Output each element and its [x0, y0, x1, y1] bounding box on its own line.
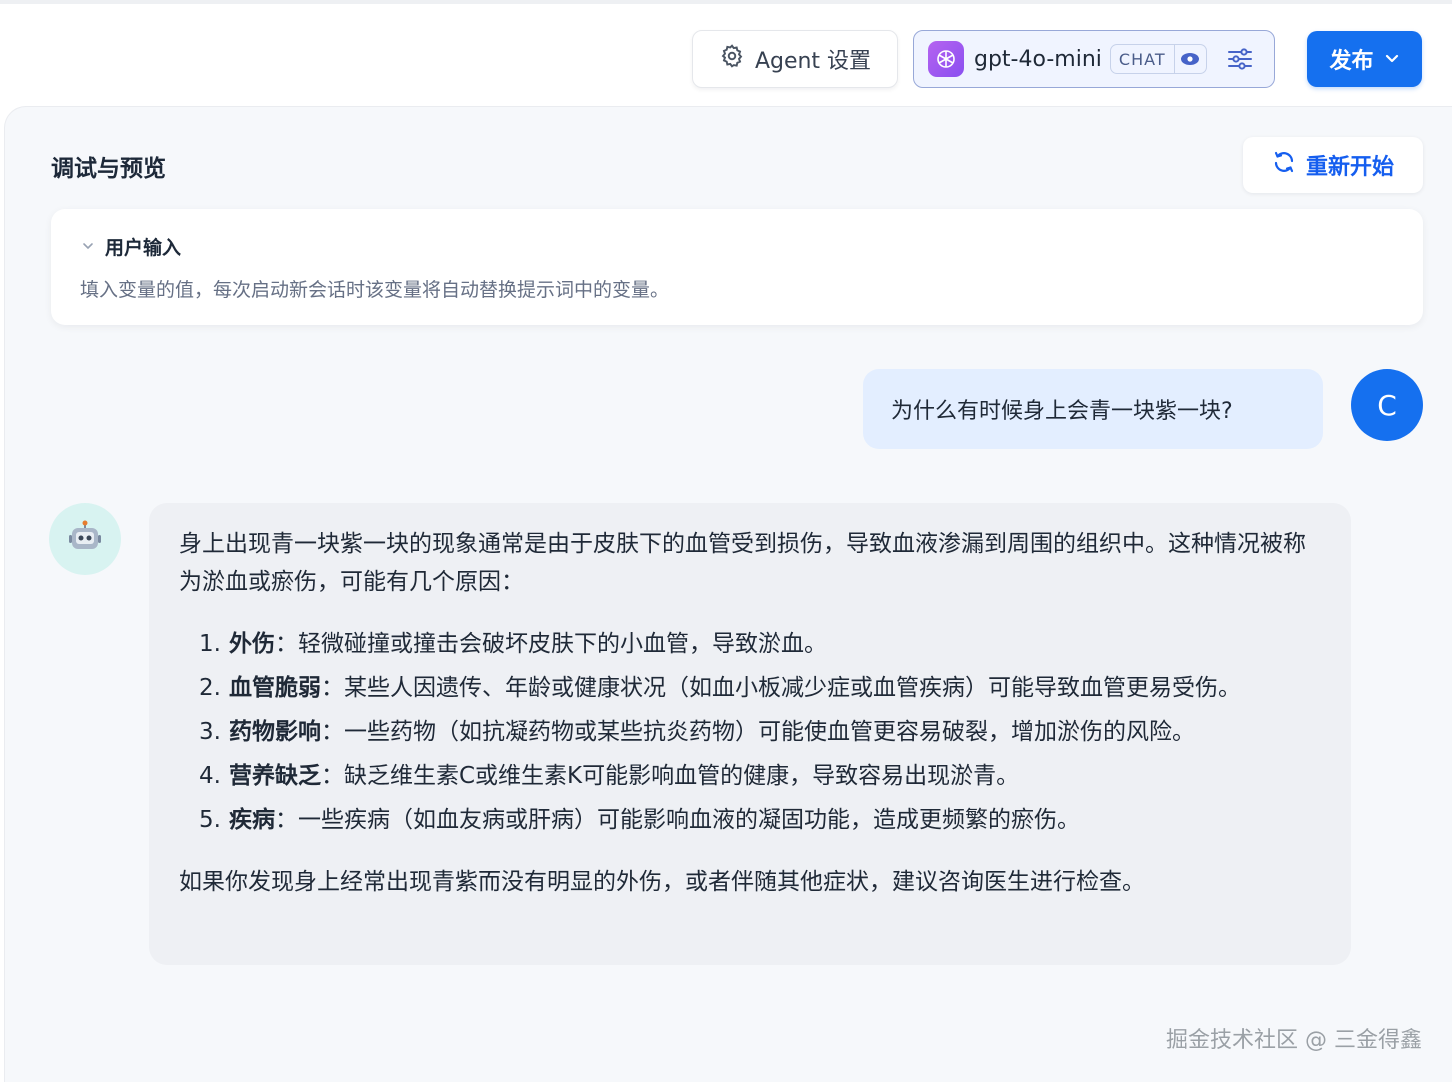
list-item: 1. 外伤：轻微碰撞或撞击会破坏皮肤下的小血管，导致淤血。 — [199, 625, 1321, 663]
watermark: 掘金技术社区 @ 三金得鑫 — [1166, 1028, 1422, 1053]
reason-title: 药物影响 — [229, 719, 321, 745]
refresh-icon — [1272, 150, 1296, 180]
publish-label: 发布 — [1329, 49, 1374, 74]
reason-text: ：缺乏维生素C或维生素K可能影响血管的健康，导致容易出现淤青。 — [321, 763, 1020, 789]
openai-logo-icon — [928, 41, 964, 77]
agent-settings-label: Agent 设置 — [754, 49, 872, 74]
user-avatar: C — [1351, 369, 1423, 441]
vision-icon — [1174, 44, 1207, 74]
list-item: 2. 血管脆弱：某些人因遗传、年龄或健康状况（如血小板减少症或血管疾病）可能导致… — [199, 669, 1321, 707]
model-params-icon[interactable] — [1225, 44, 1255, 74]
user-input-title: 用户输入 — [105, 237, 182, 259]
reason-title: 血管脆弱 — [229, 675, 321, 701]
list-number: 3. — [199, 719, 221, 745]
top-bar: Agent 设置 gpt-4o-mini CHAT 发布 — [0, 0, 1452, 106]
reason-title: 外伤 — [229, 631, 275, 657]
robot-icon — [67, 519, 103, 559]
user-message: 为什么有时候身上会青一块紫一块? — [863, 369, 1323, 449]
list-number: 1. — [199, 631, 221, 657]
gear-icon — [719, 43, 745, 75]
list-item: 4. 营养缺乏：缺乏维生素C或维生素K可能影响血管的健康，导致容易出现淤青。 — [199, 757, 1321, 795]
reason-title: 营养缺乏 — [229, 763, 321, 789]
reason-title: 疾病 — [229, 807, 275, 833]
list-item: 3. 药物影响：一些药物（如抗凝药物或某些抗炎药物）可能使血管更容易破裂，增加淤… — [199, 713, 1321, 751]
chevron-down-icon — [81, 236, 95, 258]
model-mode-badge: CHAT — [1109, 44, 1175, 74]
bot-message: 身上出现青一块紫一块的现象通常是由于皮肤下的血管受到损伤，导致血液渗漏到周围的组… — [149, 503, 1351, 965]
list-number: 2. — [199, 675, 221, 701]
restart-label: 重新开始 — [1305, 155, 1394, 180]
reason-list: 1. 外伤：轻微碰撞或撞击会破坏皮肤下的小血管，导致淤血。 2. 血管脆弱：某些… — [179, 625, 1321, 839]
bot-outro: 如果你发现身上经常出现青紫而没有明显的外伤，或者伴随其他症状，建议咨询医生进行检… — [179, 869, 1145, 895]
list-item: 5. 疾病：一些疾病（如血友病或肝病）可能影响血液的凝固功能，造成更频繁的瘀伤。 — [199, 801, 1321, 839]
user-input-description: 填入变量的值，每次启动新会话时该变量将自动替换提示词中的变量。 — [80, 279, 670, 301]
restart-button[interactable]: 重新开始 — [1243, 137, 1423, 193]
model-selector[interactable]: gpt-4o-mini CHAT — [913, 30, 1275, 88]
user-message-text: 为什么有时候身上会青一块紫一块? — [891, 399, 1233, 424]
user-input-toggle[interactable]: 用户输入 — [81, 233, 181, 260]
publish-button[interactable]: 发布 — [1307, 31, 1422, 87]
reason-text: ：一些药物（如抗凝药物或某些抗炎药物）可能使血管更容易破裂，增加淤伤的风险。 — [321, 719, 1195, 745]
list-number: 5. — [199, 807, 221, 833]
model-name: gpt-4o-mini — [974, 46, 1102, 72]
reason-text: ：轻微碰撞或撞击会破坏皮肤下的小血管，导致淤血。 — [275, 631, 827, 657]
agent-settings-button[interactable]: Agent 设置 — [692, 30, 898, 88]
reason-text: ：一些疾病（如血友病或肝病）可能影响血液的凝固功能，造成更频繁的瘀伤。 — [275, 807, 1080, 833]
user-input-card: 用户输入 填入变量的值，每次启动新会话时该变量将自动替换提示词中的变量。 — [51, 209, 1423, 325]
bot-intro: 身上出现青一块紫一块的现象通常是由于皮肤下的血管受到损伤，导致血液渗漏到周围的组… — [179, 531, 1306, 595]
chevron-down-icon — [1384, 47, 1400, 72]
list-number: 4. — [199, 763, 221, 789]
panel-title: 调试与预览 — [51, 156, 166, 182]
debug-preview-panel: 调试与预览 重新开始 用户输入 填入变量的值，每次启动新会话时该变量将自动替换提… — [4, 106, 1452, 1082]
bot-avatar — [49, 503, 121, 575]
reason-text: ：某些人因遗传、年龄或健康状况（如血小板减少症或血管疾病）可能导致血管更易受伤。 — [321, 675, 1241, 701]
